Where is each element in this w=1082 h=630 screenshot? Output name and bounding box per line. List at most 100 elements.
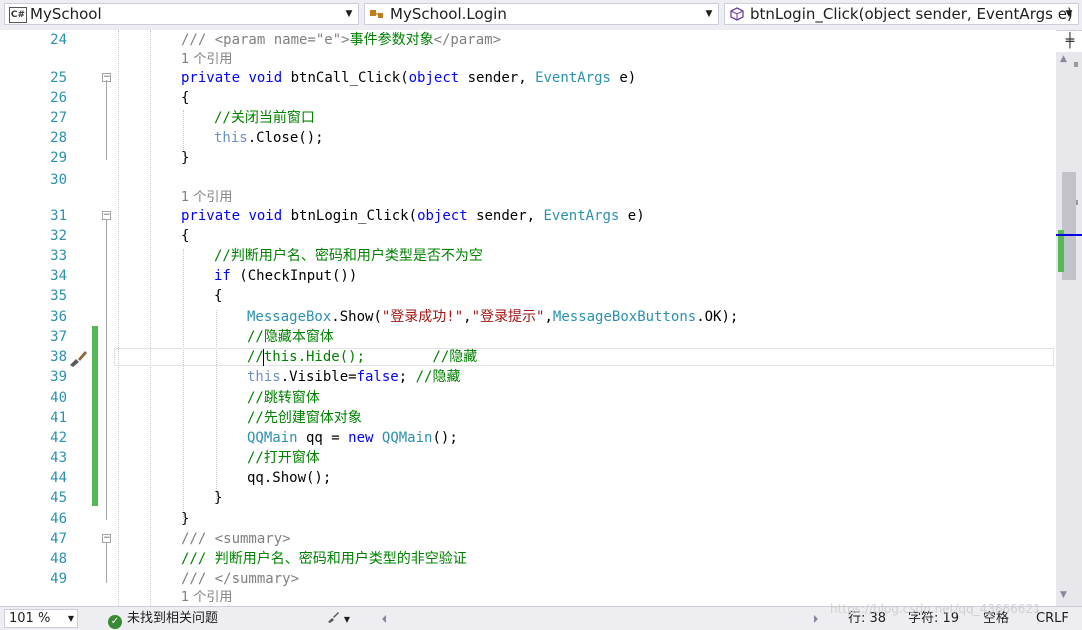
code-line: 27 //关闭当前窗口 [0, 108, 1056, 128]
line-number: 32 [50, 228, 67, 244]
code-token: , [463, 309, 472, 325]
code-comment: //先创建窗体对象 [247, 410, 362, 426]
keyword: private [181, 70, 241, 86]
zoom-dropdown[interactable]: 101 % ▼ [4, 609, 78, 628]
line-number: 28 [50, 130, 67, 146]
reference-count-link[interactable]: 1 个引用 [181, 588, 232, 606]
type-name: QQMain [247, 430, 298, 446]
code-token: qq = [297, 430, 349, 446]
scroll-up-icon[interactable]: ▲ [1060, 54, 1067, 64]
line-number: 46 [50, 511, 67, 527]
line-number: 33 [50, 248, 67, 264]
code-cleanup-button[interactable]: ▼ [326, 609, 350, 629]
collapse-icon[interactable]: − [102, 211, 111, 220]
code-line: 26 { [0, 88, 1056, 108]
code-line: 43 //打开窗体 [0, 448, 1056, 468]
check-circle-icon: ✓ [108, 615, 122, 629]
code-line: 48 /// 判断用户名、密码和用户类型的非空验证 [0, 549, 1056, 569]
method-icon [729, 7, 745, 21]
code-line: 24 /// <param name="e">事件参数对象</param> [0, 30, 1056, 50]
vertical-scrollbar[interactable] [1056, 52, 1082, 606]
code-line: 28 this.Close(); [0, 128, 1056, 148]
code-text: /// <summary> [181, 529, 291, 549]
type-name: MessageBox [247, 309, 332, 325]
issues-indicator[interactable]: ✓ 未找到相关问题 [108, 609, 218, 629]
type-dropdown[interactable]: MySchool.Login ▼ [364, 3, 719, 25]
split-window-icon[interactable]: ╪ [1062, 34, 1078, 48]
keyword: object [408, 70, 460, 86]
type-name: EventArgs [535, 70, 611, 86]
type-name: QQMain [381, 430, 433, 446]
line-number: 25 [50, 70, 67, 86]
collapse-icon[interactable]: − [102, 534, 111, 543]
code-token: e) [619, 208, 645, 224]
navigation-bar: C# MySchool ▼ MySchool.Login ▼ btnLogin_… [0, 0, 1082, 31]
code-line: 44 qq.Show(); [0, 468, 1056, 488]
reference-count-link[interactable]: 1 个引用 [181, 50, 232, 70]
code-text: this.Visible=false; //隐藏 [247, 367, 460, 387]
code-line: 40 //跳转窗体 [0, 388, 1056, 408]
doc-comment: </param> [433, 32, 502, 48]
code-token: (); [432, 430, 458, 446]
scrollbar-thumb[interactable] [1062, 172, 1076, 280]
code-line: 41 //先创建窗体对象 [0, 408, 1056, 428]
method-name: btnCall_Click [290, 70, 401, 86]
code-line: 31 − private void btnLogin_Click(object … [0, 206, 1056, 226]
line-number: 40 [50, 390, 67, 406]
code-line: 42 QQMain qq = new QQMain(); [0, 428, 1056, 448]
code-line: 46 } [0, 509, 1056, 529]
chevron-down-icon: ▼ [67, 614, 74, 623]
member-dropdown[interactable]: btnLogin_Click(object sender, EventArgs … [724, 3, 1079, 25]
reference-count-link[interactable]: 1 个引用 [181, 188, 232, 208]
keyword: false [356, 369, 399, 385]
line-number: 29 [50, 150, 67, 166]
code-line: 49 /// </summary> [0, 569, 1056, 589]
code-comment: //判断用户名、密码和用户类型是否不为空 [214, 248, 483, 264]
code-line: 35 { [0, 286, 1056, 306]
code-comment: //隐藏本窗体 [247, 329, 334, 345]
class-icon [369, 7, 385, 21]
doc-comment-text: 事件参数对象 [349, 32, 434, 48]
line-number: 37 [50, 329, 67, 345]
line-number: 45 [50, 490, 67, 506]
member-label: btnLogin_Click(object sender, EventArgs … [750, 5, 1073, 23]
line-number: 31 [50, 208, 67, 224]
code-editor[interactable]: 24 /// <param name="e">事件参数对象</param> 1 … [0, 30, 1056, 606]
code-line: 33 //判断用户名、密码和用户类型是否不为空 [0, 246, 1056, 266]
line-number: 35 [50, 288, 67, 304]
chevron-down-icon: ▼ [343, 615, 350, 624]
code-token: e) [610, 70, 637, 86]
line-number: 26 [50, 90, 67, 106]
code-line: 32 { [0, 226, 1056, 246]
code-text: MessageBox.Show("登录成功!","登录提示",MessageBo… [247, 307, 738, 327]
horizontal-scrollbar[interactable] [380, 613, 820, 623]
type-label: MySchool.Login [390, 5, 507, 23]
code-text: qq.Show(); [247, 470, 332, 486]
line-ending-indicator[interactable]: CRLF [1036, 609, 1069, 628]
code-text: { [181, 90, 190, 106]
code-line: 38 //this.Hide(); //隐藏 [0, 347, 1056, 367]
doc-comment: /// [181, 571, 215, 587]
quick-actions-brush-icon[interactable] [67, 348, 89, 368]
project-label: MySchool [30, 5, 102, 23]
line-number: 27 [50, 110, 67, 126]
code-text: private void btnCall_Click(object sender… [181, 70, 637, 86]
keyword: void [248, 70, 283, 86]
code-text: this.Close(); [214, 128, 324, 148]
keyword: if [214, 268, 231, 284]
code-comment: //跳转窗体 [247, 390, 320, 406]
code-text: QQMain qq = new QQMain(); [247, 428, 458, 448]
type-name: MessageBoxButtons [552, 309, 697, 325]
scroll-marker [1074, 62, 1078, 67]
code-line: 29 } [0, 148, 1056, 168]
string-literal: "登录提示" [471, 309, 545, 325]
code-token: (CheckInput()) [230, 268, 358, 284]
collapse-icon[interactable]: − [102, 73, 111, 82]
scroll-down-icon[interactable]: ▼ [1060, 590, 1067, 600]
csharp-project-icon: C# [9, 7, 27, 23]
code-token: .OK); [696, 309, 739, 325]
chevron-down-icon: ▼ [345, 9, 353, 19]
issues-label: 未找到相关问题 [127, 611, 219, 626]
code-line: 37 //隐藏本窗体 [0, 327, 1056, 347]
project-dropdown[interactable]: C# MySchool ▼ [4, 3, 359, 25]
